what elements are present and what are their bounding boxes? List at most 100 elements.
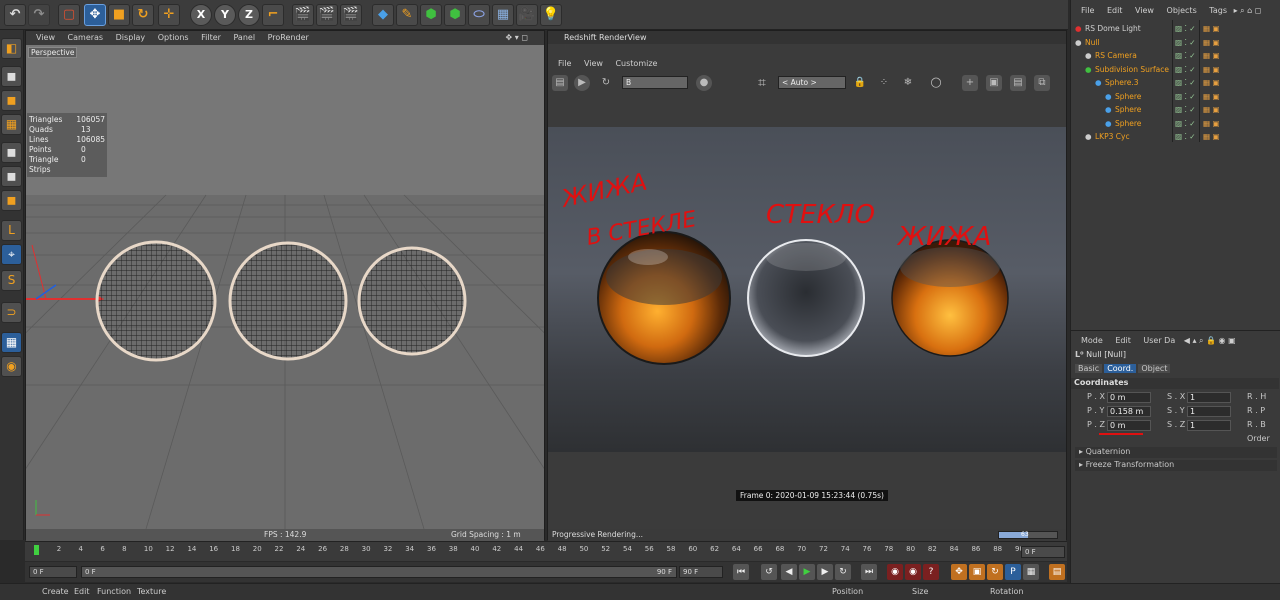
copy-icon[interactable]: ⧉	[1034, 75, 1050, 91]
rv-menu-file[interactable]: File	[558, 59, 571, 68]
select-tool-icon[interactable]: ▢	[58, 4, 80, 26]
points-mode-icon[interactable]: ◼	[1, 142, 22, 163]
record-pla-icon[interactable]: ▦	[1023, 564, 1039, 580]
save-image-icon[interactable]: ▤	[1010, 75, 1026, 91]
object-row[interactable]: ● RS Camera ▨ ⁚ ✓ ▦ ▣	[1071, 49, 1280, 62]
object-name[interactable]: LKP3 Cyc	[1095, 130, 1130, 143]
scale-field[interactable]: 1	[1187, 392, 1231, 403]
mat-menu-edit[interactable]: Edit	[74, 584, 90, 600]
play-forward-icon[interactable]: ▶	[799, 564, 815, 580]
object-row[interactable]: ● Sphere.3 ▨ ⁚ ✓ ▦ ▣	[1071, 76, 1280, 89]
position-field[interactable]: 0 m	[1107, 420, 1151, 431]
visibility-toggle[interactable]: ▨ ⁚ ✓	[1175, 49, 1196, 62]
deformer-icon[interactable]: ⬭	[468, 4, 490, 26]
move-tool-icon[interactable]: ✥	[84, 4, 106, 26]
menu-options[interactable]: Options	[158, 33, 189, 42]
start-frame-field[interactable]: 0 F	[29, 566, 77, 578]
object-tags[interactable]: ▦ ▣	[1203, 130, 1220, 143]
autokey-icon[interactable]: ◉	[905, 564, 921, 580]
om-menu-view[interactable]: View	[1135, 6, 1154, 15]
menu-filter[interactable]: Filter	[201, 33, 221, 42]
keyframe-selection-icon[interactable]: ?	[923, 564, 939, 580]
om-menu-tags[interactable]: Tags	[1209, 6, 1227, 15]
object-name[interactable]: RS Camera	[1095, 49, 1137, 62]
solo-icon[interactable]: ◉	[1, 356, 22, 377]
cube-object-icon[interactable]: ◆	[372, 4, 394, 26]
visibility-toggle[interactable]: ▨ ⁚ ✓	[1175, 130, 1196, 143]
object-tags[interactable]: ▦ ▣	[1203, 22, 1220, 35]
crop-icon[interactable]: ⌗	[754, 75, 770, 91]
array-icon[interactable]: ⬢	[444, 4, 466, 26]
range-slider[interactable]: 0 F 90 F	[81, 566, 677, 578]
timeline-playhead[interactable]	[34, 545, 39, 555]
quaternion-group[interactable]: ▸ Quaternion	[1075, 447, 1277, 458]
visibility-toggle[interactable]: ▨ ⁚ ✓	[1175, 22, 1196, 35]
timeline-ruler[interactable]: 0246810121416182022242628303234363840424…	[25, 542, 1024, 562]
add-image-icon[interactable]: +	[962, 75, 978, 91]
position-field[interactable]: 0.158 m	[1107, 406, 1151, 417]
previous-key-icon[interactable]: ↺	[761, 564, 777, 580]
menu-cameras[interactable]: Cameras	[68, 33, 104, 42]
object-tags[interactable]: ▦ ▣	[1203, 117, 1220, 130]
record-rotation-icon[interactable]: ↻	[987, 564, 1003, 580]
visibility-toggle[interactable]: ▨ ⁚ ✓	[1175, 117, 1196, 130]
object-row[interactable]: ● Sphere ▨ ⁚ ✓ ▦ ▣	[1071, 103, 1280, 116]
redo-icon[interactable]: ↷	[28, 4, 50, 26]
coordinate-system-icon[interactable]: ⌐	[262, 4, 284, 26]
object-name[interactable]: Sphere	[1115, 117, 1141, 130]
record-keys-icon[interactable]: ◉	[887, 564, 903, 580]
polygons-mode-icon[interactable]: ◼	[1, 190, 22, 211]
refresh-icon[interactable]: ↻	[598, 75, 614, 91]
om-toolbar-icons[interactable]: ▸ ⌕ ⌂ ◻	[1234, 6, 1262, 15]
snapping-icon[interactable]: S	[1, 270, 22, 291]
object-tags[interactable]: ▦ ▣	[1203, 49, 1220, 62]
object-name[interactable]: Null	[1085, 36, 1100, 49]
timeline[interactable]: 0246810121416182022242628303234363840424…	[25, 541, 1067, 561]
pen-tool-icon[interactable]: ✎	[396, 4, 418, 26]
channel-select[interactable]: B	[622, 76, 688, 89]
make-editable-icon[interactable]: ◧	[1, 38, 22, 59]
visibility-toggle[interactable]: ▨ ⁚ ✓	[1175, 90, 1196, 103]
workplane-lock-icon[interactable]: ▦	[1, 332, 22, 353]
object-name[interactable]: Subdivision Surface	[1095, 63, 1169, 76]
position-field[interactable]: 0 m	[1107, 392, 1151, 403]
model-mode-icon[interactable]: ◼	[1, 66, 22, 87]
object-tags[interactable]: ▦ ▣	[1203, 63, 1220, 76]
go-to-end-icon[interactable]: ⏭	[861, 564, 877, 580]
om-menu-objects[interactable]: Objects	[1167, 6, 1197, 15]
visibility-toggle[interactable]: ▨ ⁚ ✓	[1175, 63, 1196, 76]
tab-basic[interactable]: Basic	[1075, 364, 1103, 373]
play-icon[interactable]: ▶	[574, 75, 590, 91]
scale-field[interactable]: 1	[1187, 406, 1231, 417]
camera-icon[interactable]: 🎥	[516, 4, 538, 26]
current-frame-field[interactable]: 0 F	[1021, 546, 1065, 558]
floor-icon[interactable]: ▦	[492, 4, 514, 26]
circle-icon[interactable]: ○	[928, 75, 944, 91]
mat-menu-function[interactable]: Function	[97, 584, 131, 600]
go-to-start-icon[interactable]: ⏮	[733, 564, 749, 580]
y-axis-lock[interactable]: Y	[214, 4, 236, 26]
object-tags[interactable]: ▦ ▣	[1203, 90, 1220, 103]
freeze-transformation-group[interactable]: ▸ Freeze Transformation	[1075, 460, 1277, 471]
record-position-icon[interactable]: ✥	[951, 564, 967, 580]
object-tags[interactable]: ▦ ▣	[1203, 36, 1220, 49]
viewport-canvas[interactable]: Perspective Triangles 106057 Quads 13 Line…	[26, 45, 544, 529]
attr-menu-mode[interactable]: Mode	[1081, 336, 1103, 345]
lock-icon[interactable]: 🔒	[852, 75, 868, 91]
workplane-icon[interactable]: ▦	[1, 114, 22, 135]
menu-panel[interactable]: Panel	[233, 33, 255, 42]
object-name[interactable]: RS Dome Light	[1085, 22, 1141, 35]
rotate-tool-icon[interactable]: ↻	[132, 4, 154, 26]
record-scale-icon[interactable]: ▣	[969, 564, 985, 580]
render-settings-icon[interactable]: 🎬	[340, 4, 362, 26]
scale-tool-icon[interactable]: ■	[108, 4, 130, 26]
end-frame-field[interactable]: 90 F	[679, 566, 723, 578]
previous-frame-icon[interactable]: ◀	[781, 564, 797, 580]
axis-mode-icon[interactable]: L	[1, 220, 22, 241]
magnet-icon[interactable]: ⊃	[1, 302, 22, 323]
rv-menu-customize[interactable]: Customize	[615, 59, 657, 68]
texture-mode-icon[interactable]: ◼	[1, 90, 22, 111]
object-row[interactable]: ● Null ▨ ⁚ ✓ ▦ ▣	[1071, 36, 1280, 49]
render-picture-viewer-icon[interactable]: 🎬	[316, 4, 338, 26]
object-row[interactable]: ● Sphere ▨ ⁚ ✓ ▦ ▣	[1071, 90, 1280, 103]
